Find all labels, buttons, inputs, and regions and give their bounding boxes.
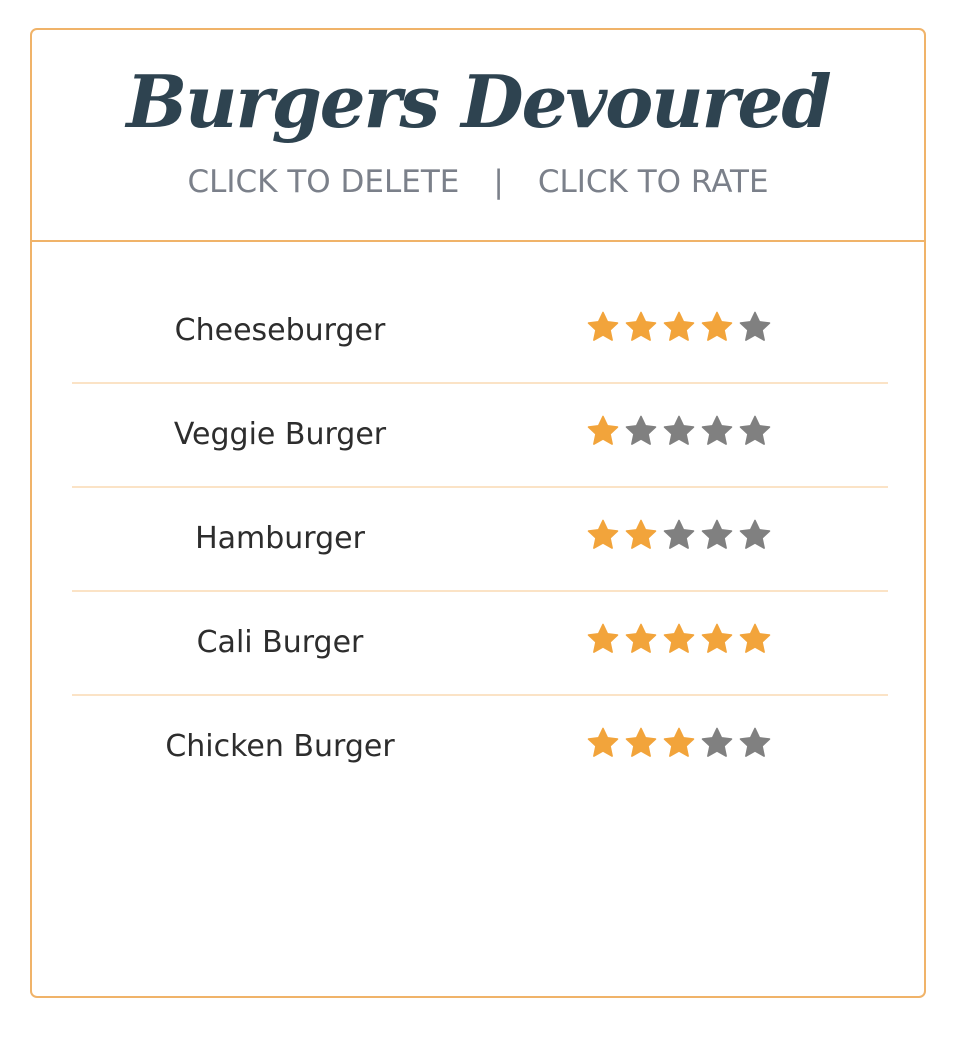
star-filled-icon[interactable]: [624, 518, 658, 552]
star-filled-icon[interactable]: [624, 622, 658, 656]
star-rating: [586, 518, 772, 558]
star-filled-icon[interactable]: [738, 622, 772, 656]
click-to-delete-hint: CLICK TO DELETE: [187, 164, 460, 200]
star-rating: [586, 310, 772, 350]
star-filled-icon[interactable]: [662, 726, 696, 760]
star-empty-icon[interactable]: [738, 414, 772, 448]
burger-name[interactable]: Chicken Burger: [72, 696, 488, 798]
burger-row: Hamburger: [72, 488, 888, 592]
star-filled-icon[interactable]: [662, 310, 696, 344]
click-to-rate-hint: CLICK TO RATE: [537, 164, 769, 200]
star-empty-icon[interactable]: [738, 726, 772, 760]
burger-row: Cali Burger: [72, 592, 888, 696]
burger-name[interactable]: Cali Burger: [72, 592, 488, 694]
star-empty-icon[interactable]: [662, 518, 696, 552]
burger-row: Chicken Burger: [72, 696, 888, 800]
star-filled-icon[interactable]: [624, 310, 658, 344]
star-rating: [586, 726, 772, 766]
burger-name[interactable]: Hamburger: [72, 488, 488, 590]
star-empty-icon[interactable]: [700, 518, 734, 552]
star-empty-icon[interactable]: [738, 310, 772, 344]
star-filled-icon[interactable]: [586, 726, 620, 760]
star-rating: [586, 622, 772, 662]
burger-row: Veggie Burger: [72, 384, 888, 488]
star-rating: [586, 414, 772, 454]
burger-name[interactable]: Veggie Burger: [72, 384, 488, 486]
burger-name[interactable]: Cheeseburger: [72, 280, 488, 382]
star-empty-icon[interactable]: [700, 414, 734, 448]
star-filled-icon[interactable]: [662, 622, 696, 656]
star-empty-icon[interactable]: [700, 726, 734, 760]
star-filled-icon[interactable]: [700, 622, 734, 656]
star-filled-icon[interactable]: [586, 622, 620, 656]
star-filled-icon[interactable]: [700, 310, 734, 344]
star-filled-icon[interactable]: [586, 310, 620, 344]
burger-list: Cheeseburger Veggie Burger Hamburger Cal…: [72, 280, 888, 800]
instructions: CLICK TO DELETE | CLICK TO RATE: [32, 162, 924, 202]
card-header: Burgers Devoured CLICK TO DELETE | CLICK T…: [32, 30, 924, 242]
star-empty-icon[interactable]: [624, 414, 658, 448]
page-title: Burgers Devoured: [126, 59, 831, 144]
star-filled-icon[interactable]: [586, 414, 620, 448]
burger-row: Cheeseburger: [72, 280, 888, 384]
separator: |: [493, 164, 504, 200]
star-empty-icon[interactable]: [738, 518, 772, 552]
star-empty-icon[interactable]: [662, 414, 696, 448]
burgers-card: Burgers Devoured CLICK TO DELETE | CLICK T…: [30, 28, 926, 998]
star-filled-icon[interactable]: [586, 518, 620, 552]
star-filled-icon[interactable]: [624, 726, 658, 760]
